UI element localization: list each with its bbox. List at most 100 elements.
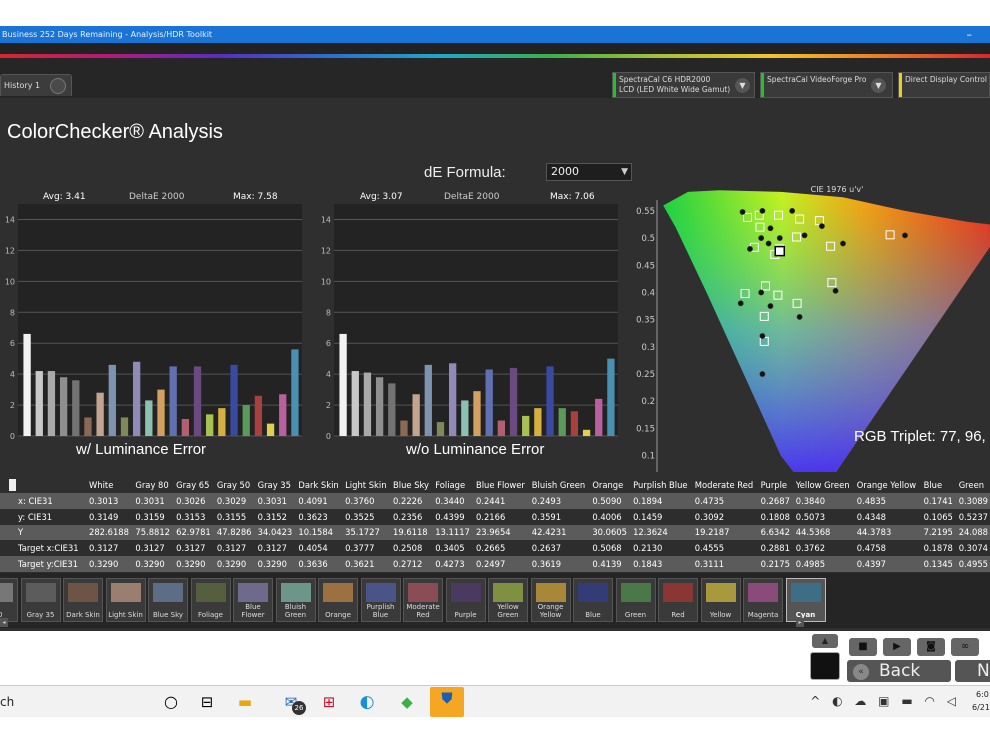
- file-explorer-icon[interactable]: ▬: [234, 691, 256, 713]
- swatch-item[interactable]: Orange: [318, 578, 358, 622]
- left-bar[interactable]: [133, 361, 141, 436]
- record-icon[interactable]: ◙: [917, 638, 945, 656]
- right-bar[interactable]: [582, 429, 591, 436]
- stop-icon[interactable]: ■: [849, 638, 877, 656]
- system-tray[interactable]: ^ ◐ ☁ ▣ ▬ ◠ ◁: [810, 694, 960, 708]
- left-bar[interactable]: [254, 395, 263, 436]
- chevron-down-icon[interactable]: ▼: [735, 78, 750, 93]
- swatch-item[interactable]: Purplish Blue: [360, 578, 401, 622]
- right-bar[interactable]: [509, 367, 518, 436]
- right-bar[interactable]: [424, 364, 432, 436]
- right-bar[interactable]: [558, 408, 566, 436]
- right-bar[interactable]: [522, 415, 530, 436]
- table-row[interactable]: y: CIE31 0.3149 0.3159 0.3153 0.3155 0.3152 0.…: [0, 508, 990, 525]
- device-meter[interactable]: SpectraCal C6 HDR2000 LCD (LED White Wid…: [612, 72, 755, 98]
- right-bar[interactable]: [570, 411, 579, 436]
- swatch-item[interactable]: Dark Skin: [63, 578, 103, 622]
- left-bar[interactable]: [72, 380, 80, 436]
- edge-icon[interactable]: ◐: [356, 691, 378, 713]
- app-icon[interactable]: ◆: [396, 691, 418, 713]
- left-bar[interactable]: [35, 371, 43, 436]
- swatch-item[interactable]: Orange Yellow: [530, 578, 571, 622]
- swatch-item[interactable]: Magenta: [743, 578, 783, 622]
- swatch-item[interactable]: Light Skin: [105, 578, 146, 622]
- left-bar[interactable]: [193, 366, 202, 436]
- table-row[interactable]: Target y:CIE31 0.3290 0.3290 0.3290 0.3290 0.…: [0, 556, 990, 572]
- left-bar[interactable]: [84, 417, 92, 436]
- left-bar[interactable]: [120, 417, 129, 436]
- task-view-icon[interactable]: ⊟: [196, 691, 218, 713]
- swatch-item[interactable]: Blue Sky: [148, 578, 188, 622]
- right-bar[interactable]: [595, 398, 603, 436]
- table-row[interactable]: x: CIE31 0.3013 0.3031 0.3026 0.3029 0.3031 0.…: [0, 493, 990, 509]
- right-bar[interactable]: [436, 422, 445, 436]
- right-bar[interactable]: [412, 394, 420, 436]
- left-bar[interactable]: [47, 371, 56, 436]
- table-row[interactable]: Target x:CIE31 0.3127 0.3127 0.3127 0.3127 0.…: [0, 540, 990, 557]
- swatch-scroll-right[interactable]: ▸: [796, 618, 804, 627]
- table-row[interactable]: Y 282.6188 75.8812 62.9781 47.8286 34.0423 10.…: [0, 524, 990, 541]
- left-bar[interactable]: [157, 389, 165, 436]
- swatch-item[interactable]: Gray 35: [20, 578, 61, 622]
- left-bar[interactable]: [206, 414, 214, 436]
- tab-history-1[interactable]: History 1: [0, 74, 72, 96]
- left-bar[interactable]: [108, 364, 116, 436]
- swatch-item[interactable]: Yellow: [700, 578, 741, 622]
- collapse-button[interactable]: ▲: [812, 634, 838, 648]
- right-bar[interactable]: [400, 420, 408, 436]
- loop-icon[interactable]: ∞: [951, 638, 979, 656]
- table-cell: 0.3111: [690, 556, 757, 572]
- left-bar[interactable]: [279, 394, 287, 436]
- right-bar[interactable]: [388, 383, 396, 436]
- right-bar[interactable]: [461, 400, 469, 436]
- left-bar[interactable]: [169, 366, 177, 436]
- swatch-item[interactable]: Purple: [445, 578, 486, 622]
- minimize-button[interactable]: –: [967, 26, 973, 43]
- swatch-item[interactable]: Moderate Red: [403, 578, 443, 622]
- right-bar[interactable]: [546, 366, 554, 436]
- left-bar[interactable]: [230, 364, 238, 436]
- swatch-item[interactable]: 50: [0, 578, 18, 622]
- left-bar[interactable]: [96, 392, 104, 436]
- store-icon[interactable]: ⊞: [318, 691, 340, 713]
- right-bar[interactable]: [485, 369, 493, 436]
- right-bar[interactable]: [473, 391, 481, 436]
- play-icon[interactable]: ▶: [883, 638, 911, 656]
- left-bar[interactable]: [181, 418, 189, 436]
- left-bar[interactable]: [145, 400, 153, 436]
- swatch-item[interactable]: Yellow Green: [488, 578, 528, 622]
- right-bar[interactable]: [375, 377, 384, 436]
- de-formula-select[interactable]: 2000 ▼: [546, 163, 632, 181]
- left-bar[interactable]: [23, 333, 31, 436]
- device-display[interactable]: Direct Display Control: [898, 72, 990, 98]
- taskbar-search[interactable]: ch: [0, 695, 14, 709]
- right-bar[interactable]: [339, 333, 347, 436]
- swatch-item[interactable]: Green: [615, 578, 656, 622]
- swatch-item[interactable]: Cyan: [785, 578, 826, 622]
- swatch-item[interactable]: Blue: [573, 578, 613, 622]
- swatch-item[interactable]: Foliage: [190, 578, 231, 622]
- cortana-icon[interactable]: ○: [160, 691, 182, 713]
- right-bar[interactable]: [607, 358, 615, 436]
- right-bar[interactable]: [497, 420, 505, 436]
- swatch-item[interactable]: Red: [658, 578, 698, 622]
- back-button[interactable]: « Back: [847, 660, 951, 682]
- chevron-down-icon[interactable]: ▼: [871, 78, 886, 93]
- right-bar[interactable]: [363, 372, 372, 436]
- left-bar[interactable]: [218, 408, 226, 436]
- left-bar[interactable]: [242, 405, 250, 436]
- swatch-item[interactable]: Blue Flower: [233, 578, 273, 622]
- security-icon[interactable]: ⛊: [430, 687, 464, 717]
- next-button[interactable]: N: [955, 660, 990, 682]
- right-bar[interactable]: [449, 363, 457, 436]
- left-bar[interactable]: [291, 349, 299, 436]
- left-bar[interactable]: [266, 423, 275, 436]
- swatch-item[interactable]: Bluish Green: [275, 578, 316, 622]
- right-bar[interactable]: [351, 371, 359, 436]
- right-bar[interactable]: [534, 408, 542, 436]
- mail-icon[interactable]: ✉ 26: [280, 691, 306, 715]
- tab-info-icon[interactable]: [50, 78, 66, 94]
- device-generator[interactable]: SpectraCal VideoForge Pro ▼: [760, 72, 893, 98]
- swatch-scroll-left[interactable]: ◂: [0, 618, 8, 627]
- left-bar[interactable]: [59, 377, 68, 436]
